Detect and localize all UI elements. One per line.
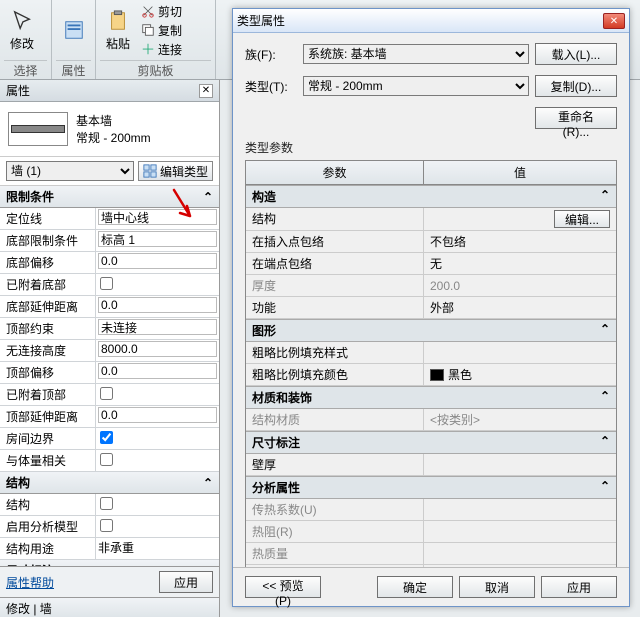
ok-button[interactable]: 确定 <box>377 576 453 598</box>
paste-icon <box>107 10 129 32</box>
dialog-title-bar[interactable]: 类型属性 ✕ <box>233 9 629 33</box>
width-value: 200.0 <box>424 275 616 296</box>
ribbon-group-clipboard: 粘贴 剪切 复制 连接 剪贴板 <box>96 0 216 79</box>
type-properties-dialog: 类型属性 ✕ 族(F): 系统族: 基本墙 载入(L)... 类型(T): 常规… <box>232 8 630 607</box>
wall-thick-value[interactable] <box>424 454 616 475</box>
help-link[interactable]: 属性帮助 <box>6 574 54 591</box>
room-bnd-check[interactable] <box>100 431 113 444</box>
therm-mass-value <box>424 543 616 564</box>
top-const-input[interactable] <box>98 319 217 335</box>
cancel-button[interactable]: 取消 <box>459 576 535 598</box>
properties-button[interactable] <box>56 2 91 60</box>
type-name: 常规 - 200mm <box>76 129 151 146</box>
copy-button[interactable]: 复制 <box>138 21 185 39</box>
copy-icon <box>141 23 155 37</box>
chevron-up-icon: ⌃ <box>203 476 213 490</box>
type-params-label: 类型参数 <box>245 139 617 156</box>
status-bar: 修改 | 墙 <box>0 597 219 617</box>
cat-anal[interactable]: 分析属性⌃ <box>246 476 616 499</box>
cat-graphics[interactable]: 图形⌃ <box>246 319 616 342</box>
preview-button[interactable]: << 预览(P) <box>245 576 321 598</box>
param-table: 参数 值 构造⌃ 结构编辑... 在插入点包络不包络 在端点包络无 厚度200.… <box>245 160 617 567</box>
rename-button[interactable]: 重命名(R)... <box>535 107 617 129</box>
chevron-up-icon: ⌃ <box>600 434 610 451</box>
modify-button[interactable]: 修改 <box>4 2 40 60</box>
base-ext-input[interactable] <box>98 297 217 313</box>
edit-type-label: 编辑类型 <box>160 163 208 180</box>
ribbon-group-properties: 属性 <box>52 0 96 79</box>
type-preview: 基本墙 常规 - 200mm <box>0 102 219 157</box>
properties-panel: 属性 ✕ 基本墙 常规 - 200mm 墙 (1) 编辑类型 限制条件⌃ 定位线… <box>0 80 220 617</box>
structure-edit-button[interactable]: 编辑... <box>554 210 610 228</box>
panel-title: 属性 <box>6 82 30 99</box>
base-off-input[interactable] <box>98 253 217 269</box>
panel-title-bar: 属性 ✕ <box>0 80 219 102</box>
paste-label: 粘贴 <box>106 35 130 52</box>
base-const-input[interactable] <box>98 231 217 247</box>
group-label-properties: 属性 <box>56 60 91 80</box>
struct-mat-value[interactable]: <按类别> <box>424 409 616 430</box>
dialog-footer: << 预览(P) 确定 取消 应用 <box>233 567 629 606</box>
type-label: 类型(T): <box>245 78 297 95</box>
type-selector[interactable]: 墙 (1) <box>6 161 134 181</box>
match-icon <box>141 42 155 56</box>
match-button[interactable]: 连接 <box>138 40 185 58</box>
apply-button[interactable]: 应用 <box>159 571 213 593</box>
family-name: 基本墙 <box>76 112 151 129</box>
param-header: 参数 值 <box>246 161 616 185</box>
type-select[interactable]: 常规 - 200mm <box>303 76 529 96</box>
ribbon-group-select: 修改 选择 <box>0 0 52 79</box>
dialog-apply-button[interactable]: 应用 <box>541 576 617 598</box>
cat-materials[interactable]: 材质和装饰⌃ <box>246 386 616 409</box>
modify-label: 修改 <box>10 35 34 52</box>
chevron-up-icon: ⌃ <box>600 322 610 339</box>
group-label-select: 选择 <box>4 60 47 80</box>
top-ext-input[interactable] <box>98 407 217 423</box>
paste-button[interactable]: 粘贴 <box>100 2 136 60</box>
family-select[interactable]: 系统族: 基本墙 <box>303 44 529 64</box>
cat-construct[interactable]: 构造⌃ <box>246 185 616 208</box>
base-att-check[interactable] <box>100 277 113 290</box>
panel-footer: 属性帮助 应用 <box>0 566 219 597</box>
heat-coef-value <box>424 499 616 520</box>
struct-check[interactable] <box>100 497 113 510</box>
coarse-fill-value[interactable] <box>424 342 616 363</box>
close-panel-button[interactable]: ✕ <box>199 84 213 98</box>
cursor-icon <box>11 10 33 32</box>
family-label: 族(F): <box>245 46 297 63</box>
duplicate-button[interactable]: 复制(D)... <box>535 75 617 97</box>
mass-rel-check[interactable] <box>100 453 113 466</box>
chevron-up-icon: ⌃ <box>600 188 610 205</box>
properties-icon <box>63 19 85 41</box>
wrap-end-value[interactable]: 无 <box>424 253 616 274</box>
function-value[interactable]: 外部 <box>424 297 616 318</box>
ana-model-check[interactable] <box>100 519 113 532</box>
coarse-col-value[interactable]: 黑色 <box>424 364 616 385</box>
load-button[interactable]: 载入(L)... <box>535 43 617 65</box>
group-label-clipboard: 剪贴板 <box>100 60 211 80</box>
top-att-check[interactable] <box>100 387 113 400</box>
cat-dim[interactable]: 尺寸标注⌃ <box>246 431 616 454</box>
chevron-up-icon: ⌃ <box>203 190 213 204</box>
cat-limits[interactable]: 限制条件⌃ <box>0 186 219 208</box>
usage-value[interactable]: 非承重 <box>96 538 219 559</box>
cat-structure[interactable]: 结构⌃ <box>0 472 219 494</box>
wall-thumb-icon <box>8 112 68 146</box>
close-dialog-button[interactable]: ✕ <box>603 13 625 29</box>
top-off-input[interactable] <box>98 363 217 379</box>
color-swatch-icon <box>430 369 444 381</box>
edit-type-icon <box>143 164 157 178</box>
loc-line-input[interactable] <box>98 209 217 225</box>
cut-button[interactable]: 剪切 <box>138 2 185 20</box>
chevron-up-icon: ⌃ <box>600 479 610 496</box>
therm-res-value <box>424 521 616 542</box>
cut-icon <box>141 4 155 18</box>
edit-type-button[interactable]: 编辑类型 <box>138 161 213 181</box>
wrap-ins-value[interactable]: 不包络 <box>424 231 616 252</box>
dialog-title: 类型属性 <box>237 12 285 29</box>
uncon-h-input[interactable] <box>98 341 217 357</box>
chevron-up-icon: ⌃ <box>600 389 610 406</box>
